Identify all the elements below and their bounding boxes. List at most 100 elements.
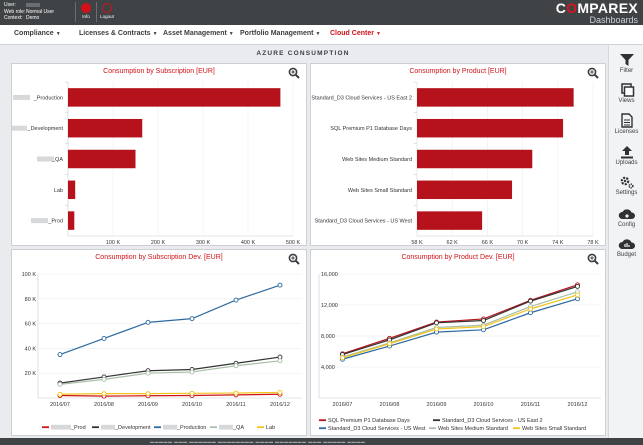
x-tick-label: 58 K <box>411 240 423 246</box>
sidebar-item-label: Filter <box>619 68 634 74</box>
x-tick-label: 2016/10 <box>182 402 202 408</box>
bar <box>417 180 513 200</box>
cloud-config-icon <box>618 209 635 219</box>
nav-item-portfolio-management[interactable]: Portfolio Management ▼ <box>240 30 320 37</box>
power-icon <box>102 3 112 13</box>
data-point <box>528 298 533 304</box>
legend-label: _QA <box>232 425 244 431</box>
series-line <box>59 393 281 397</box>
redacted-text <box>219 424 233 430</box>
budget-icon <box>618 239 635 249</box>
sidebar-item-uploads[interactable]: Uploads <box>609 145 643 166</box>
category-label: Lab <box>54 188 63 194</box>
x-tick-label: 100 K <box>106 240 121 246</box>
chart-plot: 4,000 8,000 12,000 16,000 2016/07 2016/08 2016… <box>318 272 601 432</box>
nav-item-licenses-contracts[interactable]: Licenses & Contracts ▼ <box>79 30 158 37</box>
y-tick-label: 4,000 <box>321 365 335 371</box>
header-divider <box>75 2 76 22</box>
x-tick-label: 300 K <box>196 240 211 246</box>
legend-label: _Prod <box>70 425 86 431</box>
y-tick-label: 60 K <box>25 322 37 328</box>
brand-name-pre: C <box>555 0 567 16</box>
x-tick-label: 74 K <box>552 240 564 246</box>
data-point <box>277 358 283 364</box>
sidebar-item-views[interactable]: Views <box>609 83 643 104</box>
legend-label: Standard_D3 Cloud Services - US East 2 <box>442 418 543 424</box>
footer-bar: ▬▬▬▬▬ ▬▬▬ ▬▬▬▬▬▬ ▬▬▬▬▬▬▬▬ ▬▬▬▬ ▬▬▬▬▬▬▬ ▬… <box>0 438 643 445</box>
category-label: _Development <box>27 126 64 132</box>
category-label: Web Sites Small Standard <box>348 188 412 194</box>
legend-label: SQL Premium P1 Database Days <box>328 418 410 424</box>
x-tick-label: 2016/07 <box>50 402 70 408</box>
legend-label: _Production <box>176 425 206 431</box>
chart-panel-product-dev: Consumption by Product Dev. [EUR] 4,000 8… <box>310 249 606 436</box>
bar <box>417 149 533 169</box>
sidebar-item-label: Config <box>617 222 636 228</box>
sidebar-item-budget[interactable]: Budget <box>609 237 643 258</box>
logout-button[interactable]: Logout <box>99 1 115 24</box>
data-point <box>233 297 239 303</box>
data-point <box>434 326 439 332</box>
bar <box>68 149 136 169</box>
data-point <box>528 310 533 316</box>
sidebar-item-filter[interactable]: Filter <box>609 53 643 74</box>
data-point <box>340 355 345 361</box>
data-point <box>189 316 195 322</box>
x-tick-label: 2016/10 <box>474 402 494 408</box>
brand-name-o: O <box>566 0 578 16</box>
licenses-icon <box>620 113 633 128</box>
data-point <box>101 391 107 397</box>
sidebar-item-licenses[interactable]: Licenses <box>609 113 643 135</box>
data-point <box>277 389 283 395</box>
data-point <box>57 381 63 387</box>
x-tick-label: 200 K <box>151 240 166 246</box>
brand-logo: COMPAREX Dashboards <box>556 1 638 25</box>
redacted-text <box>31 218 48 224</box>
x-tick-label: 2016/12 <box>270 402 290 408</box>
nav-item-label: Asset Management <box>163 30 227 37</box>
nav-item-asset-management[interactable]: Asset Management ▼ <box>163 30 234 37</box>
sidebar-item-label: Licenses <box>614 129 639 135</box>
sidebar-item-config[interactable]: Config <box>609 207 643 228</box>
context-value: Demo <box>26 15 40 21</box>
caret-down-icon: ▼ <box>315 31 321 37</box>
legend-label: _Development <box>114 425 151 431</box>
nav-item-label: Licenses & Contracts <box>79 30 151 37</box>
page-title: AZURE CONSUMPTION <box>256 50 350 57</box>
caret-down-icon: ▼ <box>152 31 158 37</box>
data-point <box>57 391 63 397</box>
right-sidebar: Filter Views Licenses Uploads Settings C… <box>608 45 643 445</box>
y-tick-label: 40 K <box>25 346 37 352</box>
nav-item-cloud-center[interactable]: Cloud Center ▼ <box>330 30 381 37</box>
category-label: SQL Premium P1 Database Days <box>330 126 412 132</box>
data-point <box>101 376 107 382</box>
chart-panel-subscription: Consumption by Subscription [EUR] 100 K2… <box>11 63 307 246</box>
x-tick-label: 2016/09 <box>427 402 447 408</box>
x-tick-label: 2016/08 <box>94 402 114 408</box>
chart-panel-product: Consumption by Product [EUR] 58 K 62 K 66 … <box>310 63 606 246</box>
brand-subtitle: Dashboards <box>589 15 638 25</box>
nav-item-compliance[interactable]: Compliance ▼ <box>14 30 61 37</box>
data-point <box>233 390 239 396</box>
x-tick-label: 2016/11 <box>521 402 540 408</box>
redacted-text <box>51 424 71 430</box>
x-tick-label: 70 K <box>517 240 529 246</box>
bar <box>68 180 76 200</box>
data-point <box>101 336 107 341</box>
chart-plot: 20 K 40 K 60 K 80 K 100 K 2016/07 2016/08 2016/… <box>22 272 302 431</box>
legend-label: Web Sites Medium Standard <box>438 426 508 432</box>
x-tick-label: 78 K <box>587 240 599 246</box>
data-point <box>481 318 486 323</box>
legend-label: Standard_D3 Cloud Services - US West <box>328 426 426 432</box>
x-tick-label: 2016/12 <box>568 402 588 408</box>
bar <box>417 118 564 138</box>
sidebar-item-settings[interactable]: Settings <box>609 175 643 196</box>
redacted-text <box>12 125 27 131</box>
settings-icon <box>620 176 634 189</box>
data-point <box>481 324 486 330</box>
data-point <box>528 306 533 312</box>
nav-item-label: Cloud Center <box>330 30 374 37</box>
nav-item-label: Compliance <box>14 30 54 37</box>
info-button[interactable]: Info <box>78 1 94 24</box>
data-point <box>575 296 580 302</box>
